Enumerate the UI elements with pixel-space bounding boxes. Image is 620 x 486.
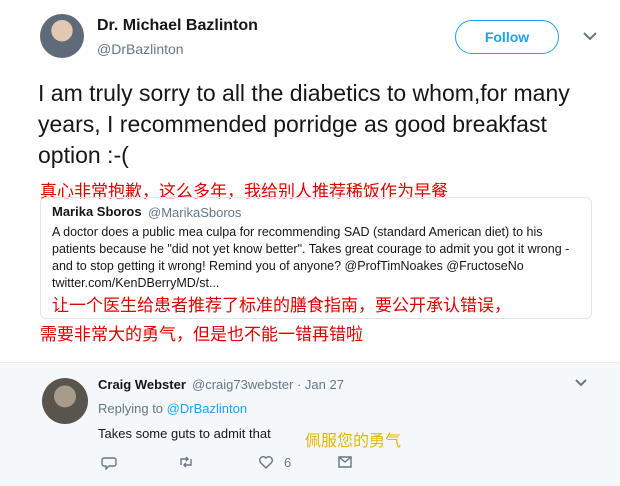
reply-author-handle-time: @craig73webster · Jan 27 [192,377,344,392]
annotation-translation-4: 佩服您的勇气 [305,431,402,450]
quoted-author-name: Marika Sboros [52,204,142,219]
replying-to-link[interactable]: @DrBazlinton [167,401,247,416]
reply-text: Takes some guts to admit that [98,426,271,441]
like-icon [259,456,273,469]
message-button[interactable] [337,454,353,470]
replying-to: Replying to @DrBazlinton [98,401,247,416]
author-avatar[interactable] [40,14,84,58]
message-icon [338,456,352,468]
like-count: 6 [284,454,292,470]
author-name[interactable]: Dr. Michael Bazlinton [97,17,258,35]
reply-icon [101,457,117,470]
annotation-translation-3: 需要非常大的勇气，但是也不能一错再错啦 [40,325,363,345]
reply-author-name[interactable]: Craig Webster [98,377,186,392]
chevron-down-icon[interactable] [574,378,588,388]
replying-prefix: Replying to [98,401,167,416]
tweet-text: I am truly sorry to all the diabetics to… [38,80,570,168]
chevron-down-icon[interactable] [582,30,598,42]
follow-button[interactable]: Follow [455,20,559,54]
quoted-tweet-text: A doctor does a public mea culpa for rec… [52,225,570,290]
author-handle[interactable]: @DrBazlinton [97,41,184,57]
quoted-author-handle: @MarikaSboros [148,205,242,220]
reply-button[interactable] [101,454,117,470]
retweet-icon [180,456,192,468]
annotation-translation-2: 让一个医生给患者推荐了标准的膳食指南，要公开承认错误， [52,296,511,316]
retweet-button[interactable] [178,454,194,470]
like-button[interactable]: 6 [258,454,291,470]
reply-avatar[interactable] [42,378,88,424]
